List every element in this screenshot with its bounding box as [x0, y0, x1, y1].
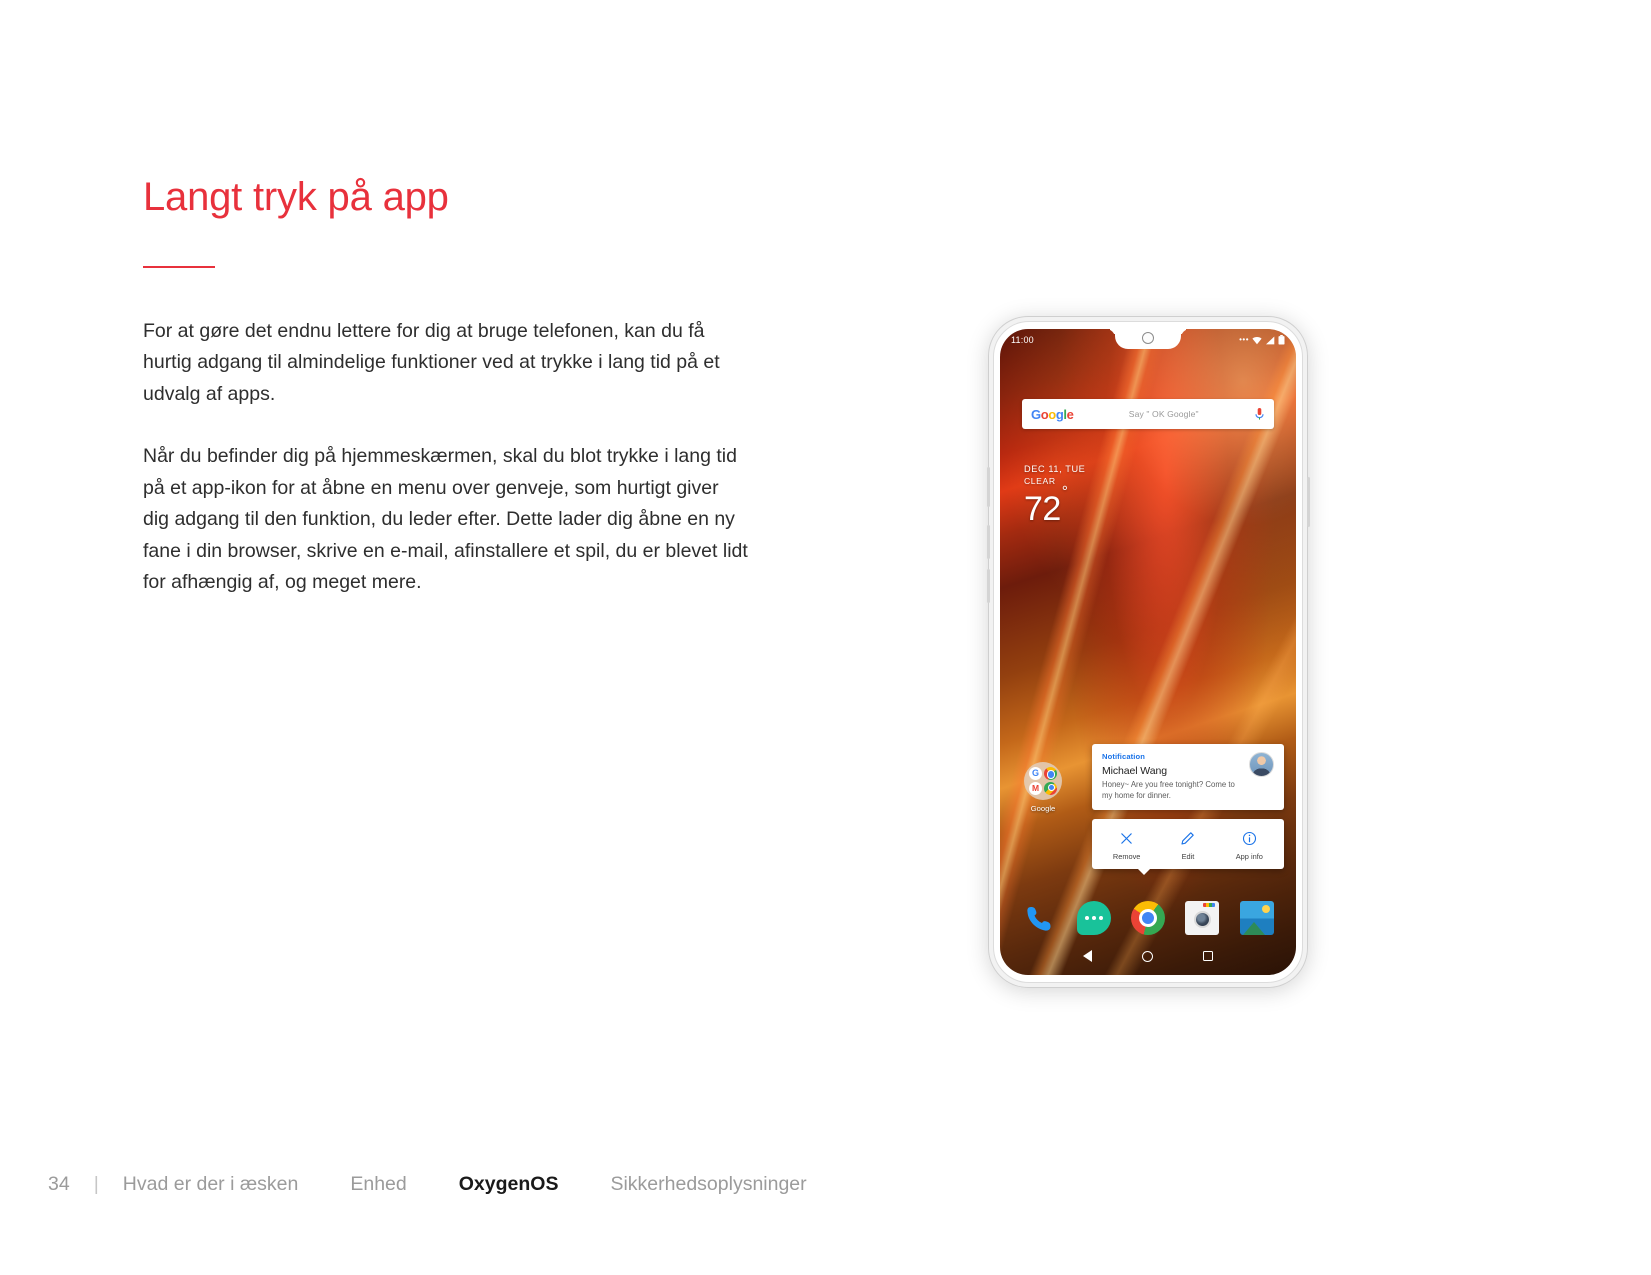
close-icon: [1099, 829, 1155, 847]
phone-screen: 11:00 ••• G o o g l e Say " OK Google" D…: [1000, 329, 1296, 975]
battery-icon: [1278, 335, 1285, 345]
notification-sender: Michael Wang: [1102, 765, 1167, 777]
footer-navigation: 34 | Hvad er der i æsken Enhed OxygenOS …: [48, 1173, 807, 1196]
weather-temperature-value: 72: [1024, 490, 1061, 528]
phone-body: 11:00 ••• G o o g l e Say " OK Google" D…: [986, 316, 1310, 988]
action-remove-label: Remove: [1112, 852, 1141, 861]
alert-slider: [986, 467, 990, 507]
app-shortcut-menu[interactable]: Remove Edit App info: [1092, 819, 1284, 875]
app-folder-google[interactable]: G M Google: [1022, 762, 1064, 813]
volume-up-button: [986, 525, 990, 559]
notification-message: Honey~ Are you free tonight? Come to my …: [1102, 780, 1235, 800]
paragraph-1: For at gøre det endnu lettere for dig at…: [143, 319, 720, 405]
pencil-icon: [1160, 829, 1216, 847]
notification-kind-label: Notification: [1102, 752, 1145, 761]
page-title: Langt tryk på app: [143, 175, 449, 219]
google-logo-letter-e: e: [1066, 406, 1074, 422]
body-text: For at gøre det endnu lettere for dig at…: [143, 316, 748, 599]
manual-page: Langt tryk på app For at gøre det endnu …: [0, 0, 1651, 1275]
home-screen-dock: [1000, 901, 1296, 935]
photos-icon[interactable]: [1239, 901, 1274, 935]
wifi-icon: [1252, 336, 1262, 344]
weather-temperature: 72°: [1024, 484, 1068, 528]
power-button: [1306, 477, 1310, 527]
google-search-widget[interactable]: Google Say " OK Google": [1022, 399, 1274, 429]
footer-page-number: 34: [48, 1173, 70, 1195]
footer-item-device[interactable]: Enhed: [350, 1173, 406, 1196]
navigation-bar: [1000, 943, 1296, 969]
google-logo-letter-o1: o: [1040, 406, 1049, 422]
messages-icon[interactable]: [1076, 901, 1111, 935]
overflow-dots-icon: •••: [1239, 335, 1249, 344]
footer-item-safety-information[interactable]: Sikkerhedsoplysninger: [610, 1173, 806, 1196]
volume-down-button: [986, 569, 990, 603]
home-button[interactable]: [1142, 950, 1153, 962]
notification-content: Notification Michael Wang Honey~ Are you…: [1102, 752, 1242, 801]
phone-icon[interactable]: [1022, 901, 1056, 935]
google-logo-letter-o2: o: [1048, 406, 1056, 422]
status-clock: 11:00: [1011, 335, 1034, 345]
folder-label: Google: [1030, 804, 1056, 813]
weather-widget[interactable]: DEC 11, TUE CLEAR 72°: [1024, 464, 1085, 526]
gmail-icon: M: [1029, 781, 1042, 795]
contact-avatar: [1249, 752, 1274, 777]
camera-icon[interactable]: [1185, 901, 1220, 935]
camera-lens: [1193, 911, 1211, 928]
search-hint-text: Say " OK Google": [1128, 409, 1199, 419]
action-app-info[interactable]: App info: [1221, 829, 1277, 861]
chrome-icon[interactable]: [1130, 901, 1165, 935]
action-edit[interactable]: Edit: [1160, 829, 1216, 861]
footer-item-whats-in-the-box[interactable]: Hvad er der i æsken: [123, 1173, 299, 1196]
back-button[interactable]: [1083, 950, 1092, 962]
action-edit-label: Edit: [1181, 852, 1195, 861]
weather-date: DEC 11, TUE: [1024, 464, 1086, 474]
front-camera-icon: [1142, 332, 1154, 344]
content-column: Langt tryk på app For at gøre det endnu …: [143, 175, 783, 599]
status-icon-group: •••: [1239, 335, 1285, 345]
info-icon: [1221, 829, 1277, 847]
footer-separator: |: [93, 1173, 99, 1195]
recents-button[interactable]: [1203, 951, 1213, 961]
google-logo: Google: [1031, 406, 1074, 422]
action-app-info-label: App info: [1235, 852, 1263, 861]
footer-item-oxygenos[interactable]: OxygenOS: [459, 1173, 559, 1196]
phone-illustration: 11:00 ••• G o o g l e Say " OK Google" D…: [986, 316, 1310, 988]
maps-icon: [1043, 781, 1057, 795]
google-logo-letter-g: G: [1031, 406, 1041, 422]
paragraph-2: Når du befinder dig på hjemmeskærmen, sk…: [143, 445, 748, 594]
weather-condition: CLEAR: [1024, 476, 1056, 486]
messages-dots: [1084, 916, 1103, 920]
signal-icon: [1266, 336, 1275, 344]
notification-card[interactable]: Notification Michael Wang Honey~ Are you…: [1092, 744, 1284, 810]
google-search-icon: G: [1029, 767, 1042, 780]
folder-icon-grid: G M: [1024, 762, 1062, 800]
title-underline-rule: [143, 266, 215, 268]
display-notch: [1115, 329, 1181, 349]
chrome-icon: [1043, 767, 1057, 780]
microphone-icon[interactable]: [1254, 407, 1265, 421]
google-logo-letter-g2: g: [1055, 406, 1064, 422]
weather-degree-symbol: °: [1061, 482, 1068, 500]
action-remove[interactable]: Remove: [1099, 829, 1155, 861]
